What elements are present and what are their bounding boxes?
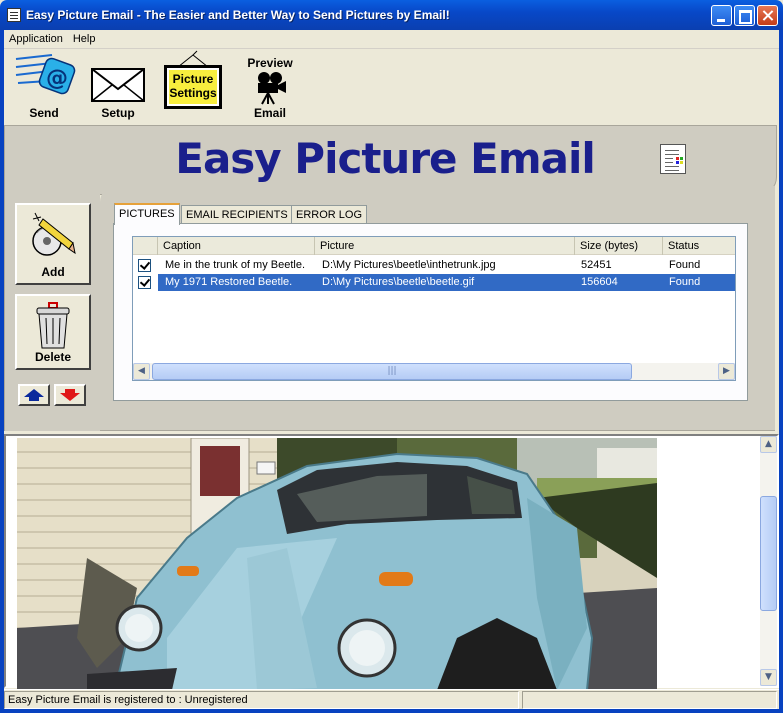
column-size[interactable]: Size (bytes): [575, 237, 663, 255]
window-title: Easy Picture Email - The Easier and Bett…: [26, 8, 450, 22]
add-label: Add: [41, 265, 65, 279]
scroll-right-icon[interactable]: ▶: [718, 363, 735, 380]
arrow-up-icon: [24, 389, 44, 401]
status-panel-secondary: [522, 691, 777, 709]
row-picture: D:\My Pictures\beetle\inthetrunk.jpg: [322, 259, 496, 271]
row-picture: D:\My Pictures\beetle\beetle.gif: [322, 276, 475, 288]
title-bar: Easy Picture Email - The Easier and Bett…: [0, 0, 783, 30]
arrow-down-icon: [60, 389, 80, 401]
trash-can-icon: [36, 302, 70, 349]
minimize-button[interactable]: [711, 5, 732, 26]
list-header: Caption Picture Size (bytes) Status: [133, 237, 735, 255]
row-status: Found: [669, 276, 701, 288]
menu-application[interactable]: Application: [4, 30, 68, 45]
picture-preview: ▲ ▼: [4, 434, 779, 690]
send-label: Send: [29, 106, 59, 120]
row-caption: My 1971 Restored Beetle.: [165, 276, 293, 288]
tab-email-recipients[interactable]: EMAIL RECIPIENTS: [181, 205, 293, 224]
preview-label: Preview: [247, 56, 293, 70]
envelope-icon: [91, 68, 145, 102]
tab-pictures[interactable]: PICTURES: [114, 203, 180, 225]
column-caption[interactable]: Caption: [158, 237, 315, 255]
preview-image: [17, 438, 657, 690]
scroll-up-icon[interactable]: ▲: [760, 436, 777, 453]
preview-email-button[interactable]: Preview Email: [236, 49, 304, 121]
status-bar: Easy Picture Email is registered to : Un…: [4, 689, 779, 709]
movie-camera-icon: [258, 72, 286, 105]
table-row[interactable]: Me in the trunk of my Beetle. D:\My Pict…: [133, 257, 735, 274]
picture-settings-label-1: Picture: [172, 72, 214, 86]
scroll-down-icon[interactable]: ▼: [760, 669, 777, 686]
pictures-list[interactable]: Caption Picture Size (bytes) Status Me i…: [132, 236, 736, 381]
column-picture[interactable]: Picture: [315, 237, 575, 255]
horizontal-scrollbar[interactable]: ◀ ||| ▶: [133, 363, 735, 380]
banner-title: Easy Picture Email: [175, 134, 596, 183]
row-size: 156604: [581, 276, 618, 288]
add-button[interactable]: Add: [15, 203, 91, 285]
svg-text:@: @: [46, 66, 68, 91]
maximize-button[interactable]: [734, 5, 755, 26]
scroll-left-icon[interactable]: ◀: [133, 363, 150, 380]
scroll-thumb[interactable]: |||: [152, 363, 632, 380]
menu-bar: Application Help: [4, 30, 779, 49]
vertical-scrollbar[interactable]: ▲ ▼: [760, 436, 777, 686]
app-icon[interactable]: [7, 8, 21, 22]
preview-email-label: Email: [253, 106, 286, 120]
row-checkbox[interactable]: [138, 276, 151, 289]
document-icon[interactable]: [660, 144, 686, 174]
window-frame-right: [779, 30, 783, 713]
column-status[interactable]: Status: [663, 237, 735, 255]
window-frame-bottom: [0, 709, 783, 713]
setup-button[interactable]: Setup: [88, 49, 148, 121]
close-button[interactable]: [757, 5, 778, 26]
table-row-selected[interactable]: My 1971 Restored Beetle. D:\My Pictures\…: [158, 274, 735, 291]
move-up-button[interactable]: [18, 384, 50, 406]
picture-settings-button[interactable]: Picture Settings: [160, 49, 226, 121]
status-text: Easy Picture Email is registered to : Un…: [4, 691, 519, 709]
picture-settings-frame: Picture Settings: [164, 65, 222, 109]
setup-label: Setup: [101, 106, 135, 120]
send-icon: @: [15, 54, 76, 95]
delete-label: Delete: [34, 350, 72, 364]
column-check[interactable]: [133, 237, 158, 255]
send-button[interactable]: @ Send: [10, 49, 78, 121]
menu-help[interactable]: Help: [68, 30, 101, 45]
row-status: Found: [669, 259, 701, 271]
move-down-button[interactable]: [54, 384, 86, 406]
toolbar: @ Send Setup Picture Settings Preview Em…: [4, 49, 779, 125]
vertical-scroll-thumb[interactable]: [760, 496, 777, 611]
row-checkbox[interactable]: [138, 259, 151, 272]
tab-error-log[interactable]: ERROR LOG: [291, 205, 368, 224]
row-caption: Me in the trunk of my Beetle.: [165, 259, 306, 271]
add-picture-icon: [32, 212, 76, 256]
picture-settings-label-2: Settings: [169, 86, 217, 100]
delete-button[interactable]: Delete: [15, 294, 91, 370]
row-size: 52451: [581, 259, 612, 271]
banner: Easy Picture Email: [4, 125, 777, 195]
